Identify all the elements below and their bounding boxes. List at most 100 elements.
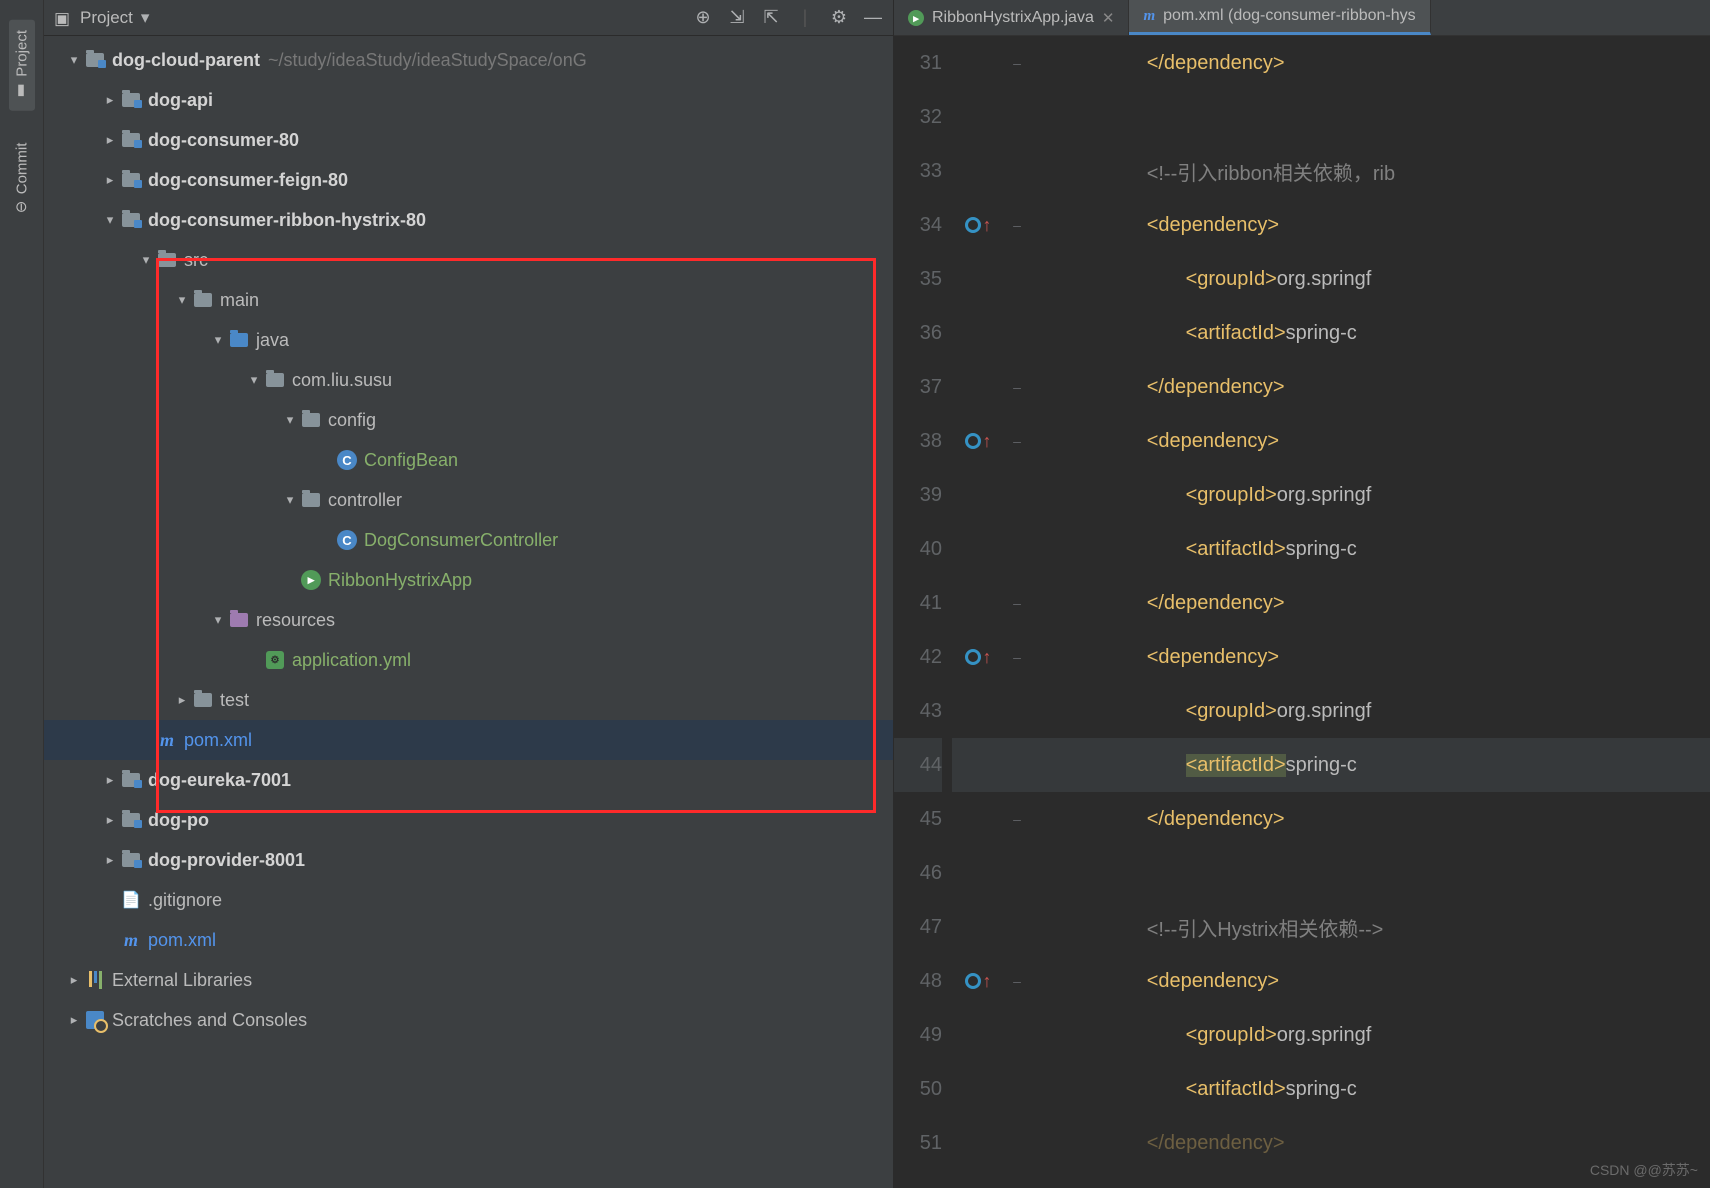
resources-folder-icon <box>228 609 250 631</box>
close-icon[interactable]: ✕ <box>1102 9 1115 27</box>
chevron-down-icon[interactable]: ▾ <box>208 332 228 348</box>
chevron-down-icon[interactable]: ▾ <box>64 52 84 68</box>
tree-item[interactable]: ▾ main <box>44 280 893 320</box>
side-tab-project[interactable]: ▮ Project <box>9 20 35 111</box>
tree-item[interactable]: ▾ config <box>44 400 893 440</box>
expand-all-icon[interactable]: ⇲ <box>727 7 747 28</box>
chevron-right-icon[interactable]: ▸ <box>64 972 84 988</box>
tree-external-libs[interactable]: ▸ External Libraries <box>44 960 893 1000</box>
tree-label: dog-api <box>148 90 213 111</box>
hide-icon[interactable]: — <box>863 7 883 28</box>
package-icon <box>264 369 286 391</box>
folder-tool-icon: ▮ <box>13 83 31 101</box>
code-content[interactable]: </dependency> <!--引入ribbon相关依赖，rib <depe… <box>1030 36 1710 1188</box>
chevron-down-icon[interactable]: ▾ <box>136 252 156 268</box>
chevron-right-icon[interactable]: ▸ <box>100 132 120 148</box>
tree-item[interactable]: ▾ java <box>44 320 893 360</box>
watermark-text: CSDN @@苏苏~ <box>1590 1160 1698 1180</box>
tree-scratches[interactable]: ▸ Scratches and Consoles <box>44 1000 893 1040</box>
module-folder-icon <box>120 89 142 111</box>
chevron-down-icon[interactable]: ▾ <box>100 212 120 228</box>
tree-label: dog-eureka-7001 <box>148 770 291 791</box>
editor-tab[interactable]: ▸ RibbonHystrixApp.java ✕ <box>894 0 1129 35</box>
chevron-right-icon[interactable]: ▸ <box>172 692 192 708</box>
collapse-all-icon[interactable]: ⇱ <box>761 7 781 28</box>
tree-label: controller <box>328 490 402 511</box>
tree-label: pom.xml <box>148 930 216 951</box>
tree-label: Scratches and Consoles <box>112 1010 307 1031</box>
yml-file-icon: ⚙ <box>264 649 286 671</box>
tree-label: dog-po <box>148 810 209 831</box>
maven-file-icon: m <box>156 729 178 751</box>
tree-item[interactable]: ▾ controller <box>44 480 893 520</box>
runnable-class-icon: ▸ <box>300 569 322 591</box>
chevron-right-icon[interactable]: ▸ <box>100 172 120 188</box>
tree-root-path: ~/study/ideaStudy/ideaStudySpace/onG <box>268 50 587 71</box>
tree-label: src <box>184 250 208 271</box>
tree-label: External Libraries <box>112 970 252 991</box>
chevron-down-icon[interactable]: ▾ <box>208 612 228 628</box>
tree-item[interactable]: CDogConsumerController <box>44 520 893 560</box>
gear-icon[interactable]: ⚙ <box>829 7 849 28</box>
package-icon <box>300 489 322 511</box>
side-tab-commit[interactable]: ⊖ Commit <box>9 133 35 223</box>
tree-item[interactable]: 📄.gitignore <box>44 880 893 920</box>
editor-tab-label: pom.xml (dog-consumer-ribbon-hys <box>1163 7 1416 25</box>
tree-item[interactable]: mpom.xml <box>44 920 893 960</box>
tree-label: config <box>328 410 376 431</box>
editor-tab-active[interactable]: m pom.xml (dog-consumer-ribbon-hys <box>1129 0 1430 35</box>
line-number-gutter: 3132333435363738394041424344454647484950… <box>894 36 952 1188</box>
tree-root[interactable]: ▾ dog-cloud-parent ~/study/ideaStudy/ide… <box>44 40 893 80</box>
tree-item[interactable]: ⚙ application.yml <box>44 640 893 680</box>
maven-file-icon: m <box>1143 7 1155 25</box>
chevron-down-icon[interactable]: ▾ <box>172 292 192 308</box>
tree-label: test <box>220 690 249 711</box>
tree-item[interactable]: ▸ dog-provider-8001 <box>44 840 893 880</box>
chevron-right-icon[interactable]: ▸ <box>64 1012 84 1028</box>
tree-item[interactable]: ▸ dog-eureka-7001 <box>44 760 893 800</box>
chevron-right-icon[interactable]: ▸ <box>100 772 120 788</box>
tree-label: application.yml <box>292 650 411 671</box>
divider: | <box>795 7 815 28</box>
editor-tabs: ▸ RibbonHystrixApp.java ✕ m pom.xml (dog… <box>894 0 1710 36</box>
tree-item[interactable]: ▾com.liu.susu <box>44 360 893 400</box>
editor-tab-label: RibbonHystrixApp.java <box>932 9 1094 27</box>
code-editor[interactable]: 3132333435363738394041424344454647484950… <box>894 36 1710 1188</box>
tree-item[interactable]: ▾dog-consumer-ribbon-hystrix-80 <box>44 200 893 240</box>
tree-label: dog-provider-8001 <box>148 850 305 871</box>
chevron-down-icon[interactable]: ▾ <box>244 372 264 388</box>
tree-label: RibbonHystrixApp <box>328 570 472 591</box>
panel-title-text: Project <box>80 8 133 28</box>
tree-item[interactable]: ▸ dog-po <box>44 800 893 840</box>
marker-gutter: ↑↑↑↑ <box>952 36 1004 1188</box>
module-folder-icon <box>120 809 142 831</box>
tree-item[interactable]: ▸ test <box>44 680 893 720</box>
fold-gutter[interactable]: –––––––– <box>1004 36 1030 1188</box>
tree-label: java <box>256 330 289 351</box>
module-folder-icon <box>120 129 142 151</box>
chevron-down-icon[interactable]: ▾ <box>280 412 300 428</box>
tree-label: ConfigBean <box>364 450 458 471</box>
source-folder-icon <box>228 329 250 351</box>
tree-item[interactable]: ▸dog-consumer-80 <box>44 120 893 160</box>
chevron-right-icon[interactable]: ▸ <box>100 812 120 828</box>
tree-item[interactable]: ▸ dog-api <box>44 80 893 120</box>
folder-icon <box>192 689 214 711</box>
tree-label: main <box>220 290 259 311</box>
tree-item[interactable]: ▸ RibbonHystrixApp <box>44 560 893 600</box>
chevron-right-icon[interactable]: ▸ <box>100 92 120 108</box>
tree-item[interactable]: CConfigBean <box>44 440 893 480</box>
chevron-down-icon[interactable]: ▾ <box>280 492 300 508</box>
locate-icon[interactable]: ⊕ <box>693 7 713 28</box>
project-panel: ▣ Project ▾ ⊕ ⇲ ⇱ | ⚙ — ▾ dog-cloud-pare… <box>44 0 894 1188</box>
tree-item[interactable]: ▾resources <box>44 600 893 640</box>
project-view-icon: ▣ <box>54 9 72 27</box>
project-tree[interactable]: ▾ dog-cloud-parent ~/study/ideaStudy/ide… <box>44 36 893 1188</box>
tree-item[interactable]: ▾ src <box>44 240 893 280</box>
tree-item-selected[interactable]: mpom.xml <box>44 720 893 760</box>
tree-item[interactable]: ▸dog-consumer-feign-80 <box>44 160 893 200</box>
chevron-right-icon[interactable]: ▸ <box>100 852 120 868</box>
scratches-icon <box>84 1009 106 1031</box>
chevron-down-icon[interactable]: ▾ <box>141 8 150 28</box>
tree-root-label: dog-cloud-parent <box>112 50 260 71</box>
